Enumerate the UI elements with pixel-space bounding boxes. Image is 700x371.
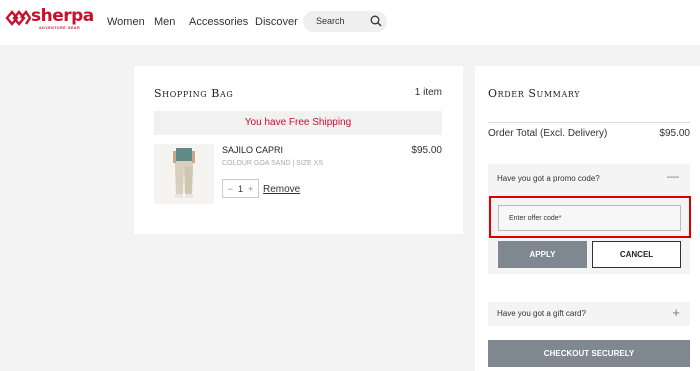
sherpa-knot-icon: [5, 9, 31, 26]
free-shipping-banner: You have Free Shipping: [154, 111, 442, 135]
summary-title: Order Summary: [488, 87, 581, 100]
qty-increase-button[interactable]: +: [248, 184, 253, 194]
collapse-icon[interactable]: —: [667, 169, 679, 183]
checkout-button[interactable]: CHECKOUT SECURELY: [488, 340, 690, 367]
order-total-label: Order Total (Excl. Delivery): [488, 128, 608, 139]
site-header: sherpa ADVENTURE GEAR Women Men Accessor…: [0, 0, 700, 45]
nav-men[interactable]: Men: [154, 16, 175, 28]
search-input[interactable]: Search: [316, 16, 345, 26]
remove-item-link[interactable]: Remove: [263, 184, 300, 195]
search-icon[interactable]: [370, 15, 382, 27]
summary-divider: [488, 122, 690, 123]
offer-code-highlight: [489, 196, 691, 238]
order-total-value: $95.00: [659, 128, 690, 139]
brand-logo[interactable]: sherpa ADVENTURE GEAR: [5, 6, 94, 30]
bag-title: Shopping Bag: [154, 87, 234, 100]
gift-card-section[interactable]: Have you got a gift card? +: [488, 302, 690, 326]
bag-item-count: 1 item: [414, 87, 442, 98]
search-bar[interactable]: Search: [303, 11, 387, 32]
product-price: $95.00: [411, 145, 442, 156]
qty-value[interactable]: 1: [238, 184, 243, 194]
qty-decrease-button[interactable]: −: [228, 184, 233, 194]
product-variant: COLOUR GOA SAND | SIZE XS: [222, 160, 324, 167]
quantity-stepper: − 1 +: [222, 179, 259, 198]
shopping-bag-panel: Shopping Bag 1 item You have Free Shippi…: [134, 66, 463, 234]
product-name[interactable]: SAJILO CAPRI: [222, 145, 283, 155]
logo-tagline: ADVENTURE GEAR: [39, 26, 81, 30]
gift-card-toggle-label[interactable]: Have you got a gift card?: [497, 309, 586, 318]
cancel-button[interactable]: CANCEL: [592, 241, 681, 268]
apply-button[interactable]: APPLY: [498, 241, 587, 268]
expand-icon[interactable]: +: [672, 305, 680, 320]
product-image[interactable]: [154, 144, 214, 204]
promo-code-toggle-label[interactable]: Have you got a promo code?: [497, 174, 600, 183]
nav-accessories[interactable]: Accessories: [189, 16, 248, 28]
product-photo-icon: [154, 144, 214, 204]
nav-discover[interactable]: Discover: [255, 16, 298, 28]
nav-women[interactable]: Women: [107, 16, 145, 28]
logo-wordmark: sherpa: [31, 6, 94, 26]
